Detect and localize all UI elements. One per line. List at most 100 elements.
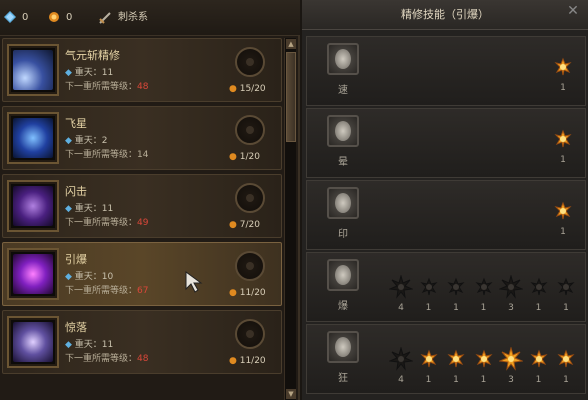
lit-star-node-icon[interactable]: [551, 55, 575, 79]
skill-icon-frame: [7, 248, 59, 300]
skill-card-shanji[interactable]: 闪击 ◆ 重天：11 下一重所需等级：49 ● 7/20: [2, 174, 282, 238]
dark-star-node-icon[interactable]: [527, 275, 551, 299]
refine-row-label: 晕: [338, 157, 348, 168]
node-count: 4: [398, 303, 404, 313]
refine-row: 速1: [306, 36, 586, 106]
portrait-skill-icon: [13, 322, 53, 362]
skill-list-scrollbar[interactable]: ▲ ▼: [284, 38, 296, 400]
node-count: 1: [453, 375, 459, 385]
node-count: 3: [508, 375, 514, 385]
upgrade-button[interactable]: [235, 251, 265, 281]
skill-progress: ● 7/20: [229, 220, 260, 230]
node-count: 1: [425, 303, 432, 313]
refine-slot-icon[interactable]: [327, 43, 359, 75]
scroll-up-arrow-icon[interactable]: ▲: [286, 39, 296, 49]
dark-star-node-icon[interactable]: [498, 274, 524, 299]
skill-level: ◆ 重天：2: [65, 136, 108, 146]
refine-row: 印1: [306, 180, 586, 250]
skill-requirement: 下一重所需等级：48: [65, 354, 149, 364]
dark-star-node-icon[interactable]: [554, 275, 578, 299]
refine-row: 晕1: [306, 108, 586, 178]
blade-skill-icon: [13, 50, 53, 90]
skill-name: 惊落: [65, 321, 87, 334]
skill-progress: ● 11/20: [229, 288, 266, 298]
skill-requirement: 下一重所需等级：14: [65, 150, 149, 160]
skill-icon-frame: [7, 180, 59, 232]
skill-list-panel: 0 0 刺杀系 气元斩精修 ◆ 重天：11 下一重所需等级：48 ● 15/20…: [0, 0, 300, 400]
upgrade-button[interactable]: [235, 115, 265, 145]
node-count: 1: [535, 375, 542, 385]
explode-skill-icon: [13, 254, 53, 294]
dark-star-node-icon[interactable]: [444, 275, 468, 299]
skill-level: ◆ 重天：11: [65, 68, 114, 78]
skill-school-label: 刺杀系: [118, 12, 148, 23]
scroll-down-arrow-icon[interactable]: ▼: [286, 389, 296, 399]
lit-star-node-icon[interactable]: [551, 127, 575, 151]
lit-star-node-icon[interactable]: [554, 347, 578, 371]
node-count: 1: [480, 303, 487, 313]
dark-star-node-icon[interactable]: [388, 346, 414, 371]
skill-progress: ● 11/20: [229, 356, 266, 366]
refine-row-label: 速: [338, 85, 348, 96]
sword-icon: [98, 11, 112, 25]
upgrade-button[interactable]: [235, 47, 265, 77]
skill-card-jingluo[interactable]: 惊落 ◆ 重天：11 下一重所需等级：48 ● 11/20: [2, 310, 282, 374]
lit-star-node-icon[interactable]: [444, 347, 468, 371]
lit-star-node-icon[interactable]: [527, 347, 551, 371]
node-count: 1: [560, 155, 566, 165]
lit-star-node-icon[interactable]: [498, 346, 524, 371]
node-count: 3: [508, 303, 514, 313]
dark-star-node-icon[interactable]: [472, 275, 496, 299]
node-count: 4: [398, 375, 404, 385]
upgrade-button[interactable]: [235, 183, 265, 213]
node-count: 1: [563, 303, 569, 313]
close-icon[interactable]: ✕: [562, 0, 584, 22]
lit-star-node-icon[interactable]: [551, 199, 575, 223]
node-count: 1: [480, 375, 487, 385]
skill-level: ◆ 重天：11: [65, 204, 114, 214]
panel-title: 精修技能（引爆）: [302, 0, 588, 30]
skill-requirement: 下一重所需等级：67: [65, 286, 149, 296]
dark-star-node-icon[interactable]: [388, 274, 414, 299]
blue-gem-icon: [4, 11, 16, 25]
refine-slot-icon[interactable]: [327, 259, 359, 291]
skill-card-yinbao[interactable]: 引爆 ◆ 重天：10 下一重所需等级：67 ● 11/20: [2, 242, 282, 306]
skill-requirement: 下一重所需等级：48: [65, 82, 149, 92]
lit-star-node-icon[interactable]: [472, 347, 496, 371]
refine-row-label: 印: [338, 229, 348, 240]
refine-row-label: 爆: [338, 301, 348, 312]
resource-bar: 0 0 刺杀系: [0, 0, 300, 36]
refine-slot-icon[interactable]: [327, 115, 359, 147]
skill-name: 飞星: [65, 117, 87, 130]
flash-skill-icon: [13, 186, 53, 226]
refine-row-label: 狂: [338, 373, 348, 384]
orange-gem-count: 0: [66, 12, 73, 23]
upgrade-button[interactable]: [235, 319, 265, 349]
node-count: 1: [563, 375, 569, 385]
node-count: 1: [425, 375, 432, 385]
mouse-cursor-icon: [185, 271, 203, 296]
skill-level: ◆ 重天：11: [65, 340, 114, 350]
node-count: 1: [535, 303, 542, 313]
swirl-skill-icon: [13, 118, 53, 158]
skill-progress: ● 15/20: [229, 84, 266, 94]
skill-level: ◆ 重天：10: [65, 272, 114, 282]
skill-card-qiyuanzhan[interactable]: 气元斩精修 ◆ 重天：11 下一重所需等级：48 ● 15/20: [2, 38, 282, 102]
refine-slot-icon[interactable]: [327, 331, 359, 363]
node-count: 1: [560, 83, 566, 93]
skill-card-feixing[interactable]: 飞星 ◆ 重天：2 下一重所需等级：14 ● 1/20: [2, 106, 282, 170]
orange-gem-icon: [48, 11, 60, 25]
refine-slot-icon[interactable]: [327, 187, 359, 219]
scroll-thumb[interactable]: [286, 52, 296, 142]
lit-star-node-icon[interactable]: [417, 347, 441, 371]
skill-icon-frame: [7, 44, 59, 96]
skill-icon-frame: [7, 316, 59, 368]
skill-name: 引爆: [65, 253, 87, 266]
node-count: 1: [560, 227, 566, 237]
blue-gem-count: 0: [22, 12, 29, 23]
refine-row: 狂 4 1 1 1 3 1 1: [306, 324, 586, 394]
dark-star-node-icon[interactable]: [417, 275, 441, 299]
refine-panel: 精修技能（引爆） ✕ 速1晕1印1爆4111311狂4111311: [302, 0, 588, 400]
skill-name: 气元斩精修: [65, 49, 120, 62]
skill-requirement: 下一重所需等级：49: [65, 218, 149, 228]
